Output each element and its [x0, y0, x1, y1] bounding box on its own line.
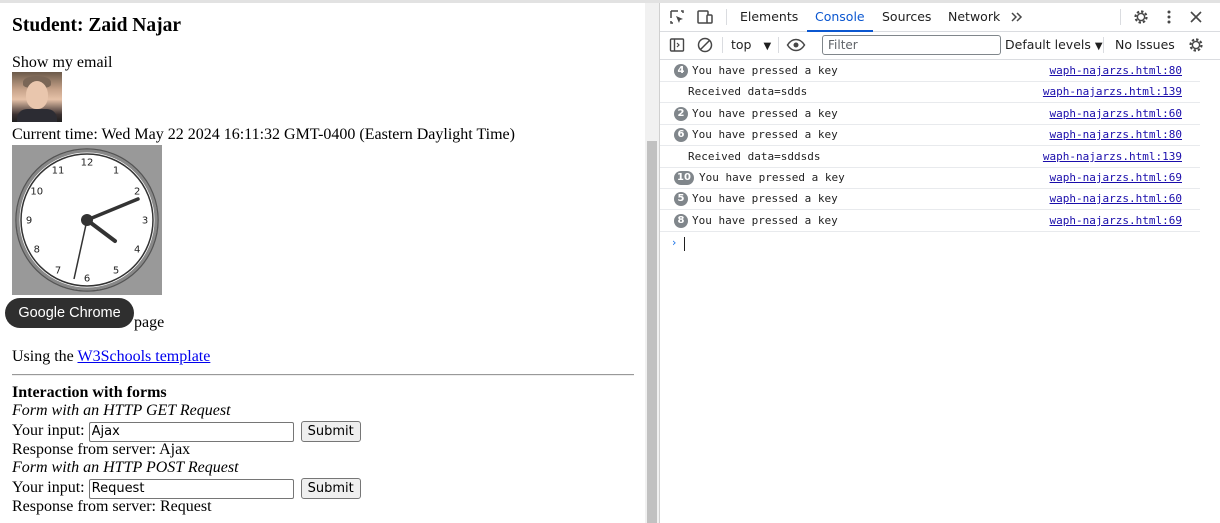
repeat-count-badge: 5 — [674, 192, 688, 206]
source-link[interactable]: waph-najarzs.html:80 — [1050, 128, 1182, 141]
source-link[interactable]: waph-najarzs.html:69 — [1050, 214, 1182, 227]
current-time: Current time: Wed May 22 2024 16:11:32 G… — [12, 126, 515, 143]
console-filter-input[interactable]: Filter — [822, 35, 1001, 55]
student-photo — [12, 72, 62, 122]
page-scrollbar-thumb[interactable] — [647, 141, 657, 523]
analog-clock: 12 1 2 3 4 5 6 7 8 9 10 11 — [12, 145, 162, 295]
source-link[interactable]: waph-najarzs.html:60 — [1050, 107, 1182, 120]
post-response: Response from server: Request — [12, 498, 212, 515]
clock-numeral: 4 — [134, 245, 140, 256]
clock-numeral: 6 — [84, 274, 90, 285]
console-toolbar: top ▼ Filter Default levels ▼ No Issues — [660, 32, 1220, 60]
devtools-panel: Elements Console Sources Network top ▼ F… — [660, 3, 1220, 523]
tab-network[interactable]: Network — [948, 3, 1000, 31]
tab-console[interactable]: Console — [807, 3, 873, 32]
repeat-count-badge: 8 — [674, 214, 688, 228]
console-message: 10 You have pressed a key waph-najarzs.h… — [660, 167, 1200, 189]
clock-numeral: 7 — [55, 266, 61, 277]
repeat-count-badge: 6 — [674, 128, 688, 142]
context-selector[interactable]: top ▼ — [731, 37, 771, 52]
get-input-label: Your input: — [12, 422, 85, 440]
console-prompt-chevron-icon: › — [672, 236, 677, 249]
post-input[interactable] — [88, 478, 294, 499]
clear-console-icon[interactable] — [696, 36, 714, 54]
web-page: Student: Zaid Najar Show my email Curren… — [0, 3, 645, 523]
console-message: Received data=sddsds waph-najarzs.html:1… — [660, 146, 1200, 168]
devtools-tabbar: Elements Console Sources Network — [660, 3, 1220, 32]
post-input-label: Your input: — [12, 479, 85, 497]
close-icon[interactable] — [1187, 8, 1205, 26]
sidebar-toggle-icon[interactable] — [668, 36, 686, 54]
source-link[interactable]: waph-najarzs.html:60 — [1050, 192, 1182, 205]
source-link[interactable]: waph-najarzs.html:139 — [1043, 150, 1182, 163]
get-response: Response from server: Ajax — [12, 441, 191, 458]
live-expression-eye-icon[interactable] — [786, 36, 806, 54]
tab-elements[interactable]: Elements — [740, 3, 798, 31]
source-link[interactable]: waph-najarzs.html:80 — [1050, 64, 1182, 77]
get-form-caption: Form with an HTTP GET Request — [12, 402, 231, 419]
clock-numeral: 11 — [52, 165, 65, 176]
device-toolbar-icon[interactable] — [696, 8, 714, 26]
post-form-caption: Form with an HTTP POST Request — [12, 459, 239, 476]
kebab-menu-icon[interactable] — [1160, 8, 1178, 26]
clock-numeral: 2 — [134, 187, 140, 198]
repeat-count-badge: 10 — [674, 171, 694, 185]
w3schools-link[interactable]: W3Schools template — [77, 348, 210, 365]
issues-counter[interactable]: No Issues — [1115, 37, 1175, 52]
clock-numeral: 12 — [81, 158, 94, 169]
clock-numeral: 1 — [113, 165, 119, 176]
get-submit-button[interactable]: Submit — [300, 421, 361, 442]
source-link[interactable]: waph-najarzs.html:139 — [1043, 85, 1182, 98]
post-form: Your input: Submit — [12, 478, 361, 499]
forms-heading: Interaction with forms — [12, 384, 167, 401]
clock-face: 121234567891011 — [12, 145, 162, 295]
get-form: Your input: Submit — [12, 421, 361, 442]
console-settings-gear-icon[interactable] — [1187, 36, 1205, 54]
inspect-element-icon[interactable] — [668, 8, 686, 26]
console-message: 5 You have pressed a key waph-najarzs.ht… — [660, 188, 1200, 210]
page-title: Student: Zaid Najar — [12, 15, 182, 36]
console-message: 2 You have pressed a key waph-najarzs.ht… — [660, 103, 1200, 125]
clock-numeral: 9 — [26, 216, 32, 227]
repeat-count-badge: 4 — [674, 64, 688, 78]
source-link[interactable]: waph-najarzs.html:69 — [1050, 171, 1182, 184]
log-levels-dropdown[interactable]: Default levels ▼ — [1005, 37, 1103, 52]
dropdown-arrow-icon: ▼ — [1094, 41, 1103, 52]
app-tooltip: Google Chrome — [5, 298, 134, 328]
console-message: 6 You have pressed a key waph-najarzs.ht… — [660, 124, 1200, 146]
settings-gear-icon[interactable] — [1132, 8, 1150, 26]
more-tabs-icon[interactable] — [1008, 8, 1026, 26]
post-submit-button[interactable]: Submit — [300, 478, 361, 499]
clock-numeral: 8 — [34, 245, 40, 256]
clock-numeral: 3 — [142, 216, 148, 227]
repeat-count-badge: 2 — [674, 107, 688, 121]
template-credit: Using the W3Schools template — [12, 348, 211, 365]
console-message: Received data=sdds waph-najarzs.html:139 — [660, 81, 1200, 103]
tab-sources[interactable]: Sources — [882, 3, 931, 31]
console-message: 8 You have pressed a key waph-najarzs.ht… — [660, 210, 1200, 232]
clock-numeral: 10 — [30, 187, 43, 198]
console-input-caret[interactable] — [684, 237, 685, 251]
clock-numeral: 5 — [113, 266, 119, 277]
console-message: 4 You have pressed a key waph-najarzs.ht… — [660, 60, 1200, 82]
dropdown-arrow-icon: ▼ — [763, 41, 772, 52]
divider — [12, 374, 634, 376]
get-input[interactable] — [88, 421, 294, 442]
show-email-toggle[interactable]: Show my email — [12, 54, 112, 72]
